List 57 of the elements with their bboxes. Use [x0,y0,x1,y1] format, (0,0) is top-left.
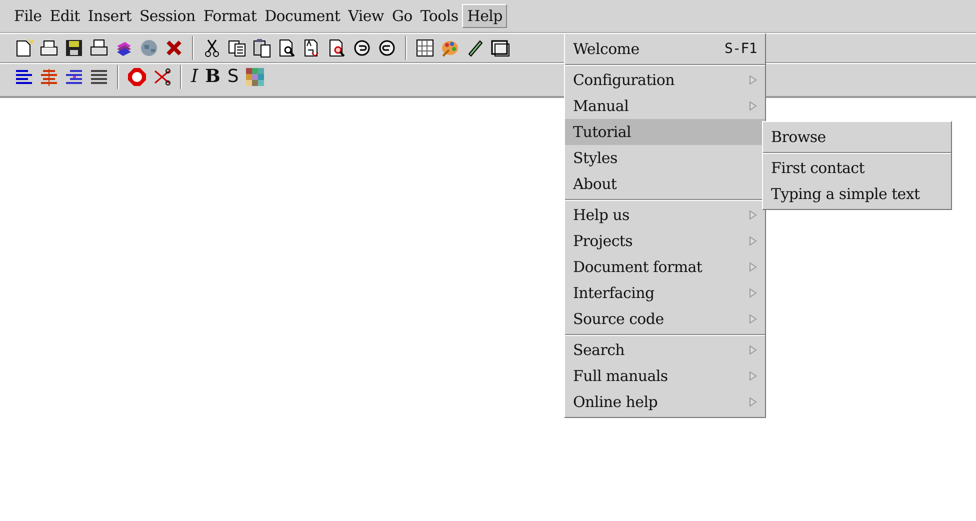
menu-item[interactable]: First contact [763,155,951,181]
submenu-arrow-icon [749,314,757,324]
color-grid-icon[interactable] [244,66,265,86]
print-icon[interactable] [89,38,109,58]
paste-icon[interactable] [252,38,272,58]
menu-title[interactable]: Format [199,5,261,27]
menu-item[interactable]: Source code [565,306,765,332]
window-icon[interactable] [490,38,510,58]
menu-item[interactable]: Typing a simple text [763,181,951,207]
font-style-button[interactable]: S [226,66,240,87]
align-center-icon[interactable] [39,66,59,86]
menu-title[interactable]: Insert [84,5,136,27]
submenu-arrow-icon [749,210,757,220]
submenu-arrow-icon [749,262,757,272]
menu-item[interactable]: Search [565,337,765,363]
submenu-arrow-icon [749,236,757,246]
new-document-icon[interactable] [14,38,34,58]
menu-item[interactable]: Interfacing [565,280,765,306]
menu-title[interactable]: Go [388,5,416,27]
menu-title[interactable]: View [344,5,388,27]
submenu-arrow-icon [749,371,757,381]
close-icon[interactable] [164,38,184,58]
globe-icon[interactable] [139,38,159,58]
menu-item[interactable]: Document format [565,254,765,280]
menu-item[interactable]: Configuration [565,67,765,93]
menu-item[interactable]: About [565,171,765,197]
preview-icon[interactable] [327,38,347,58]
palette-icon[interactable] [440,38,460,58]
submenu-arrow-icon [749,75,757,85]
submenu-arrow-icon [749,288,757,298]
menu-item[interactable]: Online help [565,389,765,415]
menu-item[interactable]: Browse [763,124,951,150]
scissors-icon[interactable] [152,66,172,86]
menu-title[interactable]: File [10,5,46,27]
menu-item[interactable]: Help us [565,202,765,228]
font-style-button[interactable]: I [190,66,200,87]
find-icon[interactable] [277,38,297,58]
menu-item[interactable]: Styles [565,145,765,171]
save-icon[interactable] [64,38,84,58]
submenu-arrow-icon [749,101,757,111]
submenu-arrow-icon [749,345,757,355]
menu-item[interactable]: Projects [565,228,765,254]
copy-icon[interactable] [227,38,247,58]
menu-item[interactable]: Tutorial [565,119,765,145]
menu-item[interactable]: Full manuals [565,363,765,389]
menu-title[interactable]: Edit [46,5,84,27]
menu-item[interactable]: Welcome S-F1 [565,36,765,62]
menu-title[interactable]: Document [260,5,344,27]
menu-title[interactable]: Help [462,4,508,28]
stop-sign-icon[interactable] [127,66,147,86]
font-style-button[interactable]: B [204,66,222,87]
menu-item[interactable]: Manual [565,93,765,119]
menu-title[interactable]: Tools [416,5,462,27]
table-icon[interactable] [415,38,435,58]
submenu-arrow-icon [749,397,757,407]
cut-icon[interactable] [202,38,222,58]
menu-title[interactable]: Session [135,5,200,27]
